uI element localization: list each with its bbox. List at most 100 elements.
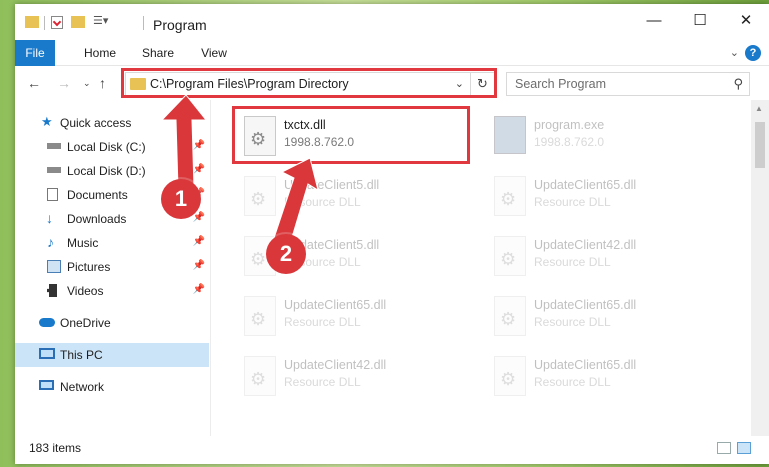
- pin-icon[interactable]: 📌: [193, 164, 205, 175]
- cloud-icon: [39, 318, 55, 327]
- file-item[interactable]: ⚙ UpdateClient65.dll Resource DLL: [486, 350, 721, 402]
- dll-file-icon: ⚙: [244, 356, 276, 396]
- customize-qat-icon[interactable]: ☰▾: [93, 14, 108, 27]
- tab-view[interactable]: View: [191, 40, 237, 66]
- pictures-icon: [47, 260, 61, 273]
- file-item[interactable]: ⚙ UpdateClient65.dll Resource DLL: [486, 290, 721, 342]
- download-icon: ↓: [46, 210, 53, 226]
- recent-chevron-icon[interactable]: ⌄: [83, 78, 91, 89]
- nav-label: Local Disk (D:): [67, 164, 146, 178]
- file-name: program.exe: [534, 118, 605, 132]
- tab-file[interactable]: File: [15, 40, 55, 66]
- file-type: Resource DLL: [284, 315, 361, 329]
- nav-item-music[interactable]: ♪ Music 📌: [15, 231, 209, 255]
- nav-item-this-pc[interactable]: This PC: [15, 343, 209, 367]
- nav-item-network[interactable]: Network: [15, 375, 209, 399]
- drive-icon: [47, 167, 61, 173]
- file-type: Resource DLL: [534, 315, 611, 329]
- separator: [44, 16, 45, 30]
- file-type: Resource DLL: [284, 375, 361, 389]
- nav-label: Network: [60, 380, 105, 394]
- nav-label: This PC: [60, 348, 103, 362]
- nav-item-onedrive[interactable]: OneDrive: [15, 311, 209, 335]
- documents-icon: [47, 188, 58, 201]
- chevron-down-icon[interactable]: ⌄: [730, 46, 739, 59]
- file-name: UpdateClient65.dll: [534, 298, 637, 312]
- videos-icon: [47, 284, 57, 297]
- tab-home[interactable]: Home: [75, 40, 125, 66]
- file-item[interactable]: ⚙ UpdateClient5.dll Resource DLL: [236, 170, 471, 222]
- properties-icon[interactable]: [51, 16, 63, 29]
- search-placeholder: Search Program: [515, 77, 607, 91]
- file-item[interactable]: ⚙ UpdateClient42.dll Resource DLL: [236, 350, 471, 402]
- file-name: UpdateClient65.dll: [534, 358, 637, 372]
- window-title: Program: [153, 17, 207, 33]
- nav-item-pictures[interactable]: Pictures 📌: [15, 255, 209, 279]
- nav-item-videos[interactable]: Videos 📌: [15, 279, 209, 303]
- file-version: 1998.8.762.0: [534, 135, 605, 149]
- close-button[interactable]: ✕: [723, 4, 769, 36]
- step-badge-1: 1: [161, 179, 201, 219]
- star-icon: ★: [41, 114, 53, 129]
- new-folder-icon[interactable]: [71, 16, 85, 28]
- ribbon-tabs: File Home Share View ⌄ ?: [15, 40, 769, 66]
- title-bar: ☰▾ Program — ☐ ✕: [15, 4, 769, 40]
- nav-item-local-disk-c[interactable]: Local Disk (C:) 📌: [15, 135, 209, 159]
- music-icon: ♪: [47, 234, 54, 250]
- file-item[interactable]: ⚙ UpdateClient65.dll Resource DLL: [486, 170, 721, 222]
- address-bar-highlight: [121, 68, 497, 98]
- nav-label: Videos: [67, 284, 104, 298]
- dll-file-icon: ⚙: [494, 356, 526, 396]
- file-name: UpdateClient42.dll: [534, 238, 637, 252]
- minimize-button[interactable]: —: [631, 4, 677, 36]
- folder-icon: [25, 16, 39, 28]
- file-item[interactable]: ⚙ UpdateClient42.dll Resource DLL: [486, 230, 721, 282]
- details-view-icon[interactable]: [717, 442, 731, 454]
- nav-item-quick-access[interactable]: ★ Quick access: [15, 111, 209, 135]
- vertical-scrollbar[interactable]: ▲: [751, 100, 769, 436]
- forward-arrow-icon[interactable]: →: [57, 75, 71, 91]
- dll-file-icon: ⚙: [494, 176, 526, 216]
- file-name: UpdateClient5.dll: [284, 178, 380, 192]
- drive-icon: [47, 143, 61, 149]
- back-arrow-icon[interactable]: ←: [27, 75, 41, 91]
- file-type: Resource DLL: [534, 255, 611, 269]
- status-bar: 183 items: [15, 436, 769, 464]
- pin-icon[interactable]: 📌: [193, 284, 205, 295]
- large-icons-view-icon[interactable]: [737, 442, 751, 454]
- pin-icon[interactable]: 📌: [193, 260, 205, 271]
- nav-label: Quick access: [60, 116, 132, 130]
- network-icon: [39, 380, 54, 390]
- file-type: Resource DLL: [534, 195, 611, 209]
- dll-file-icon: ⚙: [494, 236, 526, 276]
- file-name: UpdateClient65.dll: [534, 178, 637, 192]
- file-item[interactable]: ⚙ UpdateClient65.dll Resource DLL: [236, 290, 471, 342]
- nav-label: Documents: [67, 188, 128, 202]
- search-input[interactable]: Search Program ⚲: [506, 72, 750, 96]
- search-icon: ⚲: [733, 76, 743, 91]
- file-item-program-exe[interactable]: program.exe 1998.8.762.0: [486, 110, 721, 162]
- step-badge-2: 2: [266, 234, 306, 274]
- exe-file-icon: [494, 116, 526, 154]
- nav-label: Downloads: [67, 212, 127, 226]
- scrollbar-thumb[interactable]: [755, 122, 765, 168]
- nav-label: Music: [67, 236, 99, 250]
- file-name: UpdateClient42.dll: [284, 358, 387, 372]
- file-name: UpdateClient65.dll: [284, 298, 387, 312]
- tab-share[interactable]: Share: [133, 40, 183, 66]
- dll-file-icon: ⚙: [244, 296, 276, 336]
- item-count: 183 items: [29, 441, 82, 455]
- pin-icon[interactable]: 📌: [193, 140, 205, 151]
- nav-label: Local Disk (C:): [67, 140, 146, 154]
- navigation-pane: ★ Quick access Local Disk (C:) 📌 Local D…: [15, 100, 211, 436]
- file-highlight: [232, 106, 470, 164]
- pin-icon[interactable]: 📌: [193, 236, 205, 247]
- separator: [143, 16, 144, 30]
- dll-file-icon: ⚙: [494, 296, 526, 336]
- scroll-up-icon[interactable]: ▲: [755, 104, 763, 113]
- help-button[interactable]: ?: [745, 45, 761, 61]
- dll-file-icon: ⚙: [244, 176, 276, 216]
- nav-label: OneDrive: [60, 316, 111, 330]
- up-arrow-icon[interactable]: ↑: [99, 75, 106, 91]
- maximize-button[interactable]: ☐: [677, 4, 723, 36]
